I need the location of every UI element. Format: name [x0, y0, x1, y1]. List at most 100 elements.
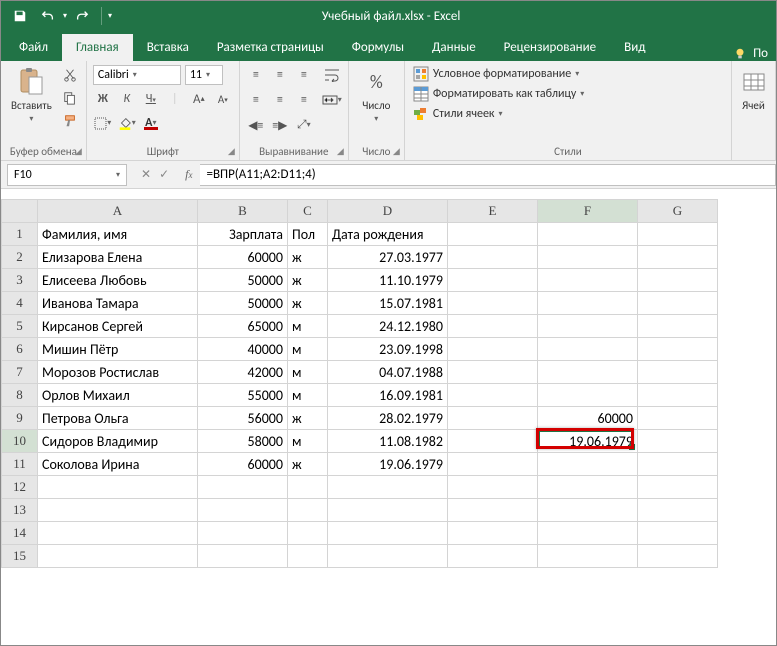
row-header-4[interactable]: 4 [2, 292, 38, 315]
cell-E3[interactable] [448, 269, 538, 292]
paste-button[interactable]: Вставить ▾ [7, 65, 56, 126]
row-header-14[interactable]: 14 [2, 522, 38, 545]
cell-G9[interactable] [638, 407, 718, 430]
align-left-icon[interactable]: ≡ [246, 90, 266, 110]
cell-G5[interactable] [638, 315, 718, 338]
align-center-icon[interactable]: ≡ [270, 90, 290, 110]
cell-E8[interactable] [448, 384, 538, 407]
cell-E13[interactable] [448, 499, 538, 522]
cell-C9[interactable]: ж [288, 407, 328, 430]
row-header-9[interactable]: 9 [2, 407, 38, 430]
cell-F1[interactable] [538, 223, 638, 246]
cell-B6[interactable]: 40000 [198, 338, 288, 361]
copy-icon[interactable] [60, 88, 80, 108]
cell-E15[interactable] [448, 545, 538, 568]
cell-B12[interactable] [198, 476, 288, 499]
cell-D13[interactable] [328, 499, 448, 522]
cell-B9[interactable]: 56000 [198, 407, 288, 430]
cell-G14[interactable] [638, 522, 718, 545]
col-header-E[interactable]: E [448, 200, 538, 223]
cell-D10[interactable]: 11.08.1982 [328, 430, 448, 453]
cell-B13[interactable] [198, 499, 288, 522]
cell-A4[interactable]: Иванова Тамара [38, 292, 198, 315]
cell-C1[interactable]: Пол [288, 223, 328, 246]
fx-icon[interactable]: fx [177, 167, 200, 182]
cell-E9[interactable] [448, 407, 538, 430]
cell-A5[interactable]: Кирсанов Сергей [38, 315, 198, 338]
row-header-1[interactable]: 1 [2, 223, 38, 246]
cell-D7[interactable]: 04.07.1988 [328, 361, 448, 384]
format-as-table-button[interactable]: Форматировать как таблицу▾ [411, 85, 587, 103]
cell-A15[interactable] [38, 545, 198, 568]
cell-C15[interactable] [288, 545, 328, 568]
cell-F9[interactable]: 60000 [538, 407, 638, 430]
row-header-6[interactable]: 6 [2, 338, 38, 361]
cell-D14[interactable] [328, 522, 448, 545]
bold-button[interactable]: Ж [93, 89, 113, 109]
cell-D15[interactable] [328, 545, 448, 568]
col-header-C[interactable]: C [288, 200, 328, 223]
tab-insert[interactable]: Вставка [133, 34, 203, 61]
col-header-A[interactable]: A [38, 200, 198, 223]
cell-F14[interactable] [538, 522, 638, 545]
number-format-button[interactable]: % Число ▾ [357, 65, 395, 126]
dialog-launcher-icon[interactable]: ◢ [228, 146, 235, 157]
undo-icon[interactable] [35, 4, 61, 28]
cell-G4[interactable] [638, 292, 718, 315]
borders-icon[interactable]: ▾ [93, 113, 113, 133]
cell-B2[interactable]: 60000 [198, 246, 288, 269]
worksheet-grid[interactable]: ABCDEFG1Фамилия, имяЗарплатаПолДата рожд… [1, 199, 776, 568]
cell-D5[interactable]: 24.12.1980 [328, 315, 448, 338]
cell-D9[interactable]: 28.02.1979 [328, 407, 448, 430]
redo-icon[interactable] [69, 4, 95, 28]
row-header-12[interactable]: 12 [2, 476, 38, 499]
italic-button[interactable]: К [117, 89, 137, 109]
cell-G3[interactable] [638, 269, 718, 292]
row-header-15[interactable]: 15 [2, 545, 38, 568]
cell-E7[interactable] [448, 361, 538, 384]
align-top-icon[interactable]: ≡ [246, 65, 266, 85]
increase-indent-icon[interactable]: ≡▶ [270, 115, 290, 135]
align-middle-icon[interactable]: ≡ [270, 65, 290, 85]
cell-F13[interactable] [538, 499, 638, 522]
cell-B8[interactable]: 55000 [198, 384, 288, 407]
cell-F7[interactable] [538, 361, 638, 384]
cell-A2[interactable]: Елизарова Елена [38, 246, 198, 269]
cell-D12[interactable] [328, 476, 448, 499]
cell-B3[interactable]: 50000 [198, 269, 288, 292]
lightbulb-icon[interactable] [733, 47, 747, 61]
dialog-launcher-icon[interactable]: ◢ [393, 146, 400, 157]
font-name-combo[interactable]: Calibri▾ [93, 65, 181, 85]
cell-F11[interactable] [538, 453, 638, 476]
merge-icon[interactable]: ▾ [322, 90, 342, 110]
cell-C7[interactable]: м [288, 361, 328, 384]
orientation-icon[interactable]: ⤢▾ [294, 115, 314, 135]
cell-E1[interactable] [448, 223, 538, 246]
cell-F2[interactable] [538, 246, 638, 269]
cell-F3[interactable] [538, 269, 638, 292]
cell-C14[interactable] [288, 522, 328, 545]
cell-styles-button[interactable]: Стили ячеек▾ [411, 105, 587, 123]
conditional-formatting-button[interactable]: Условное форматирование▾ [411, 65, 587, 83]
cell-G11[interactable] [638, 453, 718, 476]
cell-E10[interactable] [448, 430, 538, 453]
decrease-indent-icon[interactable]: ◀≡ [246, 115, 266, 135]
enter-formula-icon[interactable]: ✓ [159, 167, 169, 182]
cell-B4[interactable]: 50000 [198, 292, 288, 315]
cell-C5[interactable]: м [288, 315, 328, 338]
row-header-11[interactable]: 11 [2, 453, 38, 476]
tab-home[interactable]: Главная [62, 34, 133, 61]
tab-page-layout[interactable]: Разметка страницы [203, 34, 338, 61]
tab-review[interactable]: Рецензирование [490, 34, 610, 61]
cell-C4[interactable]: ж [288, 292, 328, 315]
cell-G10[interactable] [638, 430, 718, 453]
cell-D1[interactable]: Дата рождения [328, 223, 448, 246]
col-header-D[interactable]: D [328, 200, 448, 223]
tell-me[interactable]: По [753, 46, 768, 61]
cell-B10[interactable]: 58000 [198, 430, 288, 453]
cell-C3[interactable]: ж [288, 269, 328, 292]
name-box[interactable]: F10▾ [7, 164, 127, 186]
row-header-5[interactable]: 5 [2, 315, 38, 338]
align-bottom-icon[interactable]: ≡ [294, 65, 314, 85]
cell-E12[interactable] [448, 476, 538, 499]
